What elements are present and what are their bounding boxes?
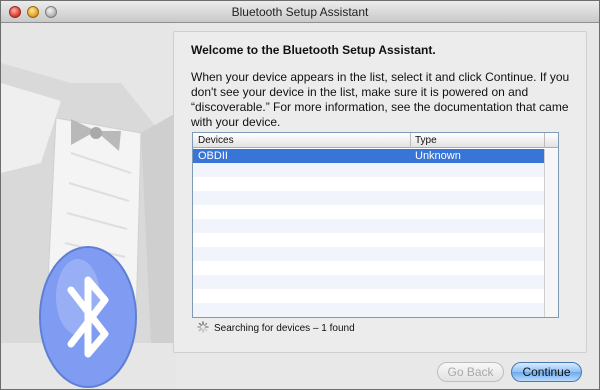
search-status: Searching for devices – 1 found bbox=[214, 323, 355, 334]
continue-button[interactable]: Continue bbox=[511, 362, 582, 382]
page-heading: Welcome to the Bluetooth Setup Assistant… bbox=[191, 43, 436, 57]
table-row[interactable]: OBDII Unknown bbox=[193, 149, 545, 163]
title-bar[interactable]: Bluetooth Setup Assistant bbox=[1, 1, 599, 23]
empty-row bbox=[193, 191, 545, 205]
device-name-cell: OBDII bbox=[198, 150, 228, 162]
empty-row bbox=[193, 177, 545, 191]
empty-row bbox=[193, 219, 545, 233]
progress-spinner-icon bbox=[197, 321, 209, 333]
empty-row bbox=[193, 233, 545, 247]
device-type-cell: Unknown bbox=[415, 150, 461, 162]
vertical-scrollbar[interactable] bbox=[544, 149, 558, 317]
device-list[interactable]: OBDII Unknown bbox=[193, 149, 545, 317]
empty-row bbox=[193, 275, 545, 289]
bluetooth-icon bbox=[39, 246, 137, 388]
tuxedo-art bbox=[1, 23, 176, 389]
go-back-button[interactable]: Go Back bbox=[437, 362, 504, 382]
empty-row bbox=[193, 261, 545, 275]
empty-row bbox=[193, 303, 545, 317]
column-divider[interactable] bbox=[410, 133, 411, 148]
empty-row bbox=[193, 163, 545, 177]
empty-row bbox=[193, 205, 545, 219]
instructions-text: When your device appears in the list, se… bbox=[191, 70, 570, 129]
column-header-type[interactable]: Type bbox=[415, 135, 437, 146]
column-header-devices[interactable]: Devices bbox=[198, 135, 234, 146]
empty-row bbox=[193, 247, 545, 261]
setup-assistant-window: Bluetooth Setup Assistant Welcome to the… bbox=[0, 0, 600, 390]
header-corner bbox=[544, 133, 558, 148]
table-header: Devices Type bbox=[193, 133, 558, 148]
window-title: Bluetooth Setup Assistant bbox=[231, 5, 369, 19]
empty-row bbox=[193, 289, 545, 303]
device-table: Devices Type OBDII Unknown bbox=[192, 132, 559, 318]
